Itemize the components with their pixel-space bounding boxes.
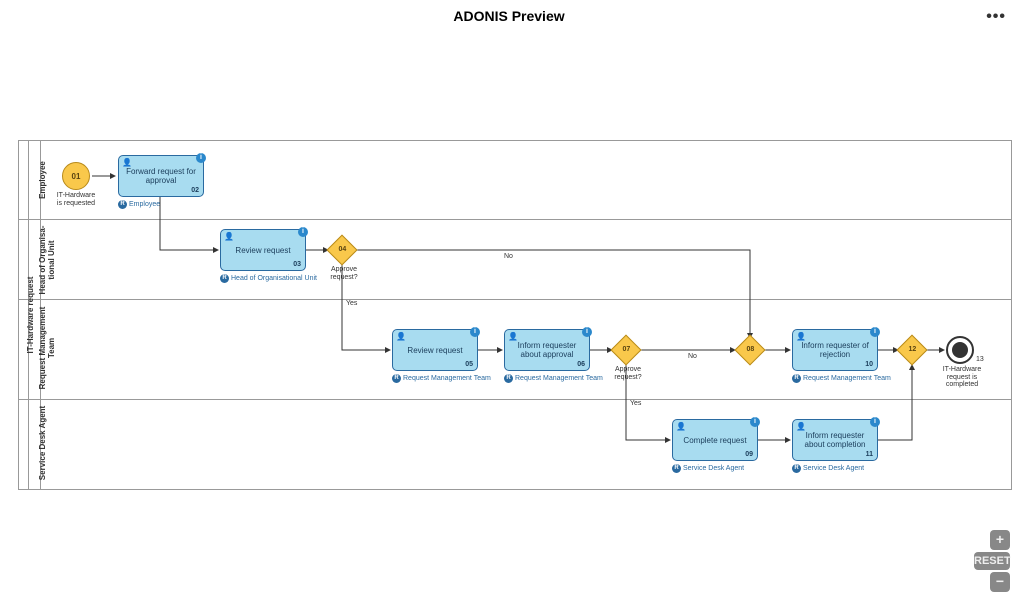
edge-g07-no: No — [688, 353, 697, 360]
task-label: Inform requester about completion — [805, 431, 866, 449]
user-task-icon: 👤 — [396, 332, 406, 341]
task-label: Forward request for approval — [126, 167, 196, 185]
start-event-label: IT-Hardware is requested — [48, 192, 104, 207]
task-inform-completion[interactable]: 👤 Inform requester about completion 11 i — [792, 419, 878, 461]
zoom-controls: + RESET − — [974, 530, 1010, 592]
gateway-num: 12 — [902, 346, 922, 353]
edge-g04-no: No — [504, 253, 513, 260]
start-event[interactable]: 01 — [62, 162, 90, 190]
task-num: 09 — [745, 451, 753, 458]
role-head: RHead of Organisational Unit — [220, 274, 317, 283]
user-task-icon: 👤 — [796, 422, 806, 431]
info-icon[interactable]: i — [470, 327, 480, 337]
task-num: 11 — [866, 451, 873, 458]
info-icon[interactable]: i — [582, 327, 592, 337]
task-num: 06 — [577, 361, 585, 368]
edge-g04-yes: Yes — [346, 300, 357, 307]
gateway-07-label: Approve request? — [608, 366, 648, 381]
task-forward-request[interactable]: 👤 Forward request for approval 02 i — [118, 155, 204, 197]
task-num: 10 — [865, 361, 873, 368]
user-task-icon: 👤 — [508, 332, 518, 341]
task-label: Complete request — [683, 436, 746, 445]
end-event-label: IT-Hardware request is completed — [932, 366, 992, 389]
task-num: 05 — [465, 361, 473, 368]
zoom-out-button[interactable]: − — [990, 572, 1010, 592]
page-title: ADONIS Preview — [0, 0, 1018, 28]
task-label: Review request — [235, 246, 290, 255]
task-num: 03 — [293, 261, 301, 268]
lane-head — [18, 220, 1012, 300]
role-sda-09: RService Desk Agent — [672, 464, 744, 473]
lane-label-rmt: Request Management Team — [38, 298, 52, 398]
zoom-in-button[interactable]: + — [990, 530, 1010, 550]
info-icon[interactable]: i — [870, 417, 880, 427]
task-label: Inform requester of rejection — [801, 341, 869, 359]
gateway-04-label: Approve request? — [324, 266, 364, 281]
lane-label-head: Head of Organisa- tional Unit — [38, 220, 52, 300]
task-complete-request[interactable]: 👤 Complete request 09 i — [672, 419, 758, 461]
user-task-icon: 👤 — [122, 158, 132, 167]
gateway-num: 04 — [332, 246, 352, 253]
task-review-request-rmt[interactable]: 👤 Review request 05 i — [392, 329, 478, 371]
reset-zoom-button[interactable]: RESET — [974, 552, 1010, 570]
task-label: Inform requester about approval — [518, 341, 577, 359]
start-event-num: 01 — [72, 172, 81, 181]
task-label: Review request — [407, 346, 462, 355]
role-rmt-10: RRequest Management Team — [792, 374, 891, 383]
info-icon[interactable]: i — [870, 327, 880, 337]
role-employee: REmployee — [118, 200, 160, 209]
more-options-icon[interactable]: ••• — [986, 8, 1006, 26]
user-task-icon: 👤 — [796, 332, 806, 341]
info-icon[interactable]: i — [298, 227, 308, 237]
diagram-canvas[interactable]: IT-Hardware request Employee Head of Org… — [0, 40, 1018, 560]
role-rmt-05: RRequest Management Team — [392, 374, 491, 383]
end-event[interactable] — [946, 336, 974, 364]
gateway-num: 07 — [616, 346, 636, 353]
role-rmt-06: RRequest Management Team — [504, 374, 603, 383]
task-inform-approval[interactable]: 👤 Inform requester about approval 06 i — [504, 329, 590, 371]
gateway-num: 08 — [740, 346, 760, 353]
edge-g07-yes: Yes — [630, 400, 641, 407]
user-task-icon: 👤 — [224, 232, 234, 241]
task-review-request-head[interactable]: 👤 Review request 03 i — [220, 229, 306, 271]
role-sda-11: RService Desk Agent — [792, 464, 864, 473]
task-num: 02 — [191, 187, 199, 194]
lane-label-sda: Service Desk Agent — [38, 398, 52, 488]
info-icon[interactable]: i — [196, 153, 206, 163]
end-event-num: 13 — [976, 356, 984, 364]
info-icon[interactable]: i — [750, 417, 760, 427]
lane-label-employee: Employee — [38, 140, 52, 220]
task-inform-rejection[interactable]: 👤 Inform requester of rejection 10 i — [792, 329, 878, 371]
user-task-icon: 👤 — [676, 422, 686, 431]
